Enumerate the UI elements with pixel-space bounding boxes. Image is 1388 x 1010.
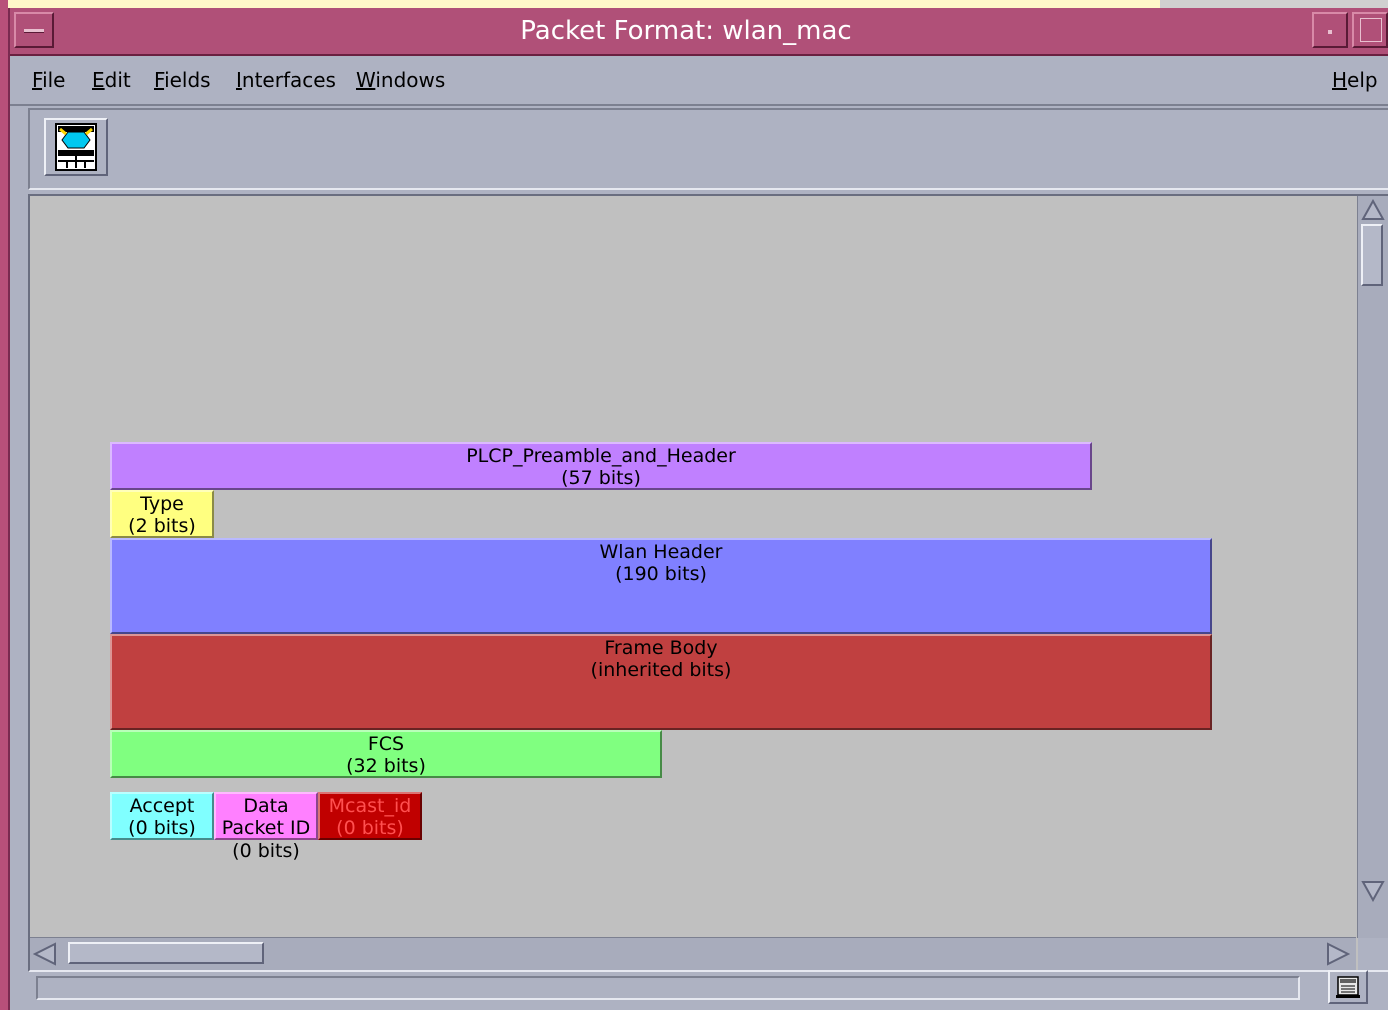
field-size: (0 bits): [128, 817, 196, 839]
menu-edit[interactable]: Edit: [92, 68, 131, 92]
menu-file[interactable]: File: [32, 68, 65, 92]
status-bar: [36, 976, 1300, 1000]
scroll-down-icon[interactable]: [1361, 880, 1385, 902]
message-log-button[interactable]: [1328, 970, 1368, 1004]
field-name: Frame Body: [604, 637, 718, 659]
interface-field-accept[interactable]: Accept (0 bits): [110, 792, 214, 840]
menu-interfaces[interactable]: Interfaces: [236, 68, 336, 92]
field-size: (0 bits): [336, 817, 404, 839]
minimize-icon: [1328, 30, 1332, 34]
scrollbar-corner: [1358, 938, 1388, 970]
field-size: (0 bits): [232, 840, 300, 862]
horizontal-scroll-thumb[interactable]: [68, 942, 264, 964]
field-frame-body[interactable]: Frame Body (inherited bits): [110, 634, 1212, 730]
field-name: Type: [140, 493, 184, 515]
menu-fields[interactable]: Fields: [154, 68, 211, 92]
packet-editor-canvas-frame: PLCP_Preamble_and_Header (57 bits) Type …: [28, 194, 1388, 972]
maximize-icon: [1360, 18, 1382, 42]
desktop-top-strip-right: [1160, 0, 1388, 8]
packet-editor-canvas[interactable]: PLCP_Preamble_and_Header (57 bits) Type …: [30, 196, 1356, 938]
field-size: (inherited bits): [590, 659, 732, 681]
field-size: (32 bits): [346, 755, 426, 777]
field-plcp-preamble-and-header[interactable]: PLCP_Preamble_and_Header (57 bits): [110, 442, 1092, 490]
field-size: (190 bits): [615, 563, 707, 585]
packet-format-tool-button[interactable]: [44, 118, 108, 176]
scroll-right-icon[interactable]: [1326, 942, 1350, 966]
maximize-button[interactable]: [1352, 12, 1388, 48]
field-name: Mcast_id: [328, 795, 412, 817]
field-name: Wlan Header: [599, 541, 723, 563]
packet-format-icon: [55, 123, 97, 171]
minimize-button[interactable]: [1312, 12, 1348, 48]
field-name: Accept: [129, 795, 195, 817]
field-name: FCS: [367, 733, 405, 755]
desktop-left-border: [0, 0, 8, 1010]
window-title: Packet Format: wlan_mac: [520, 16, 852, 46]
field-wlan-header[interactable]: Wlan Header (190 bits): [110, 538, 1212, 634]
scroll-left-icon[interactable]: [33, 942, 57, 966]
toolbar: [28, 108, 1388, 190]
horizontal-scrollbar[interactable]: [30, 937, 1356, 970]
title-bar[interactable]: Packet Format: wlan_mac: [10, 8, 1388, 56]
field-fcs[interactable]: FCS (32 bits): [110, 730, 662, 778]
field-name: PLCP_Preamble_and_Header: [466, 445, 736, 467]
message-log-icon: [1336, 976, 1360, 998]
field-type[interactable]: Type (2 bits): [110, 490, 214, 538]
menu-windows[interactable]: Windows: [356, 68, 445, 92]
field-name: Data Packet ID: [221, 795, 311, 839]
field-size: (2 bits): [128, 515, 196, 537]
menu-bar: File Edit Fields Interfaces Windows Help: [10, 56, 1388, 106]
menu-help[interactable]: Help: [1332, 68, 1378, 92]
interface-field-mcast-id[interactable]: Mcast_id (0 bits): [318, 792, 422, 840]
field-size: (57 bits): [561, 467, 641, 489]
vertical-scroll-thumb[interactable]: [1361, 224, 1383, 286]
vertical-scrollbar[interactable]: [1357, 196, 1388, 938]
interface-field-data-packet-id[interactable]: Data Packet ID (0 bits): [214, 792, 318, 862]
scroll-up-icon[interactable]: [1361, 199, 1385, 221]
packet-format-window: Packet Format: wlan_mac File Edit Fields…: [8, 8, 1388, 1010]
